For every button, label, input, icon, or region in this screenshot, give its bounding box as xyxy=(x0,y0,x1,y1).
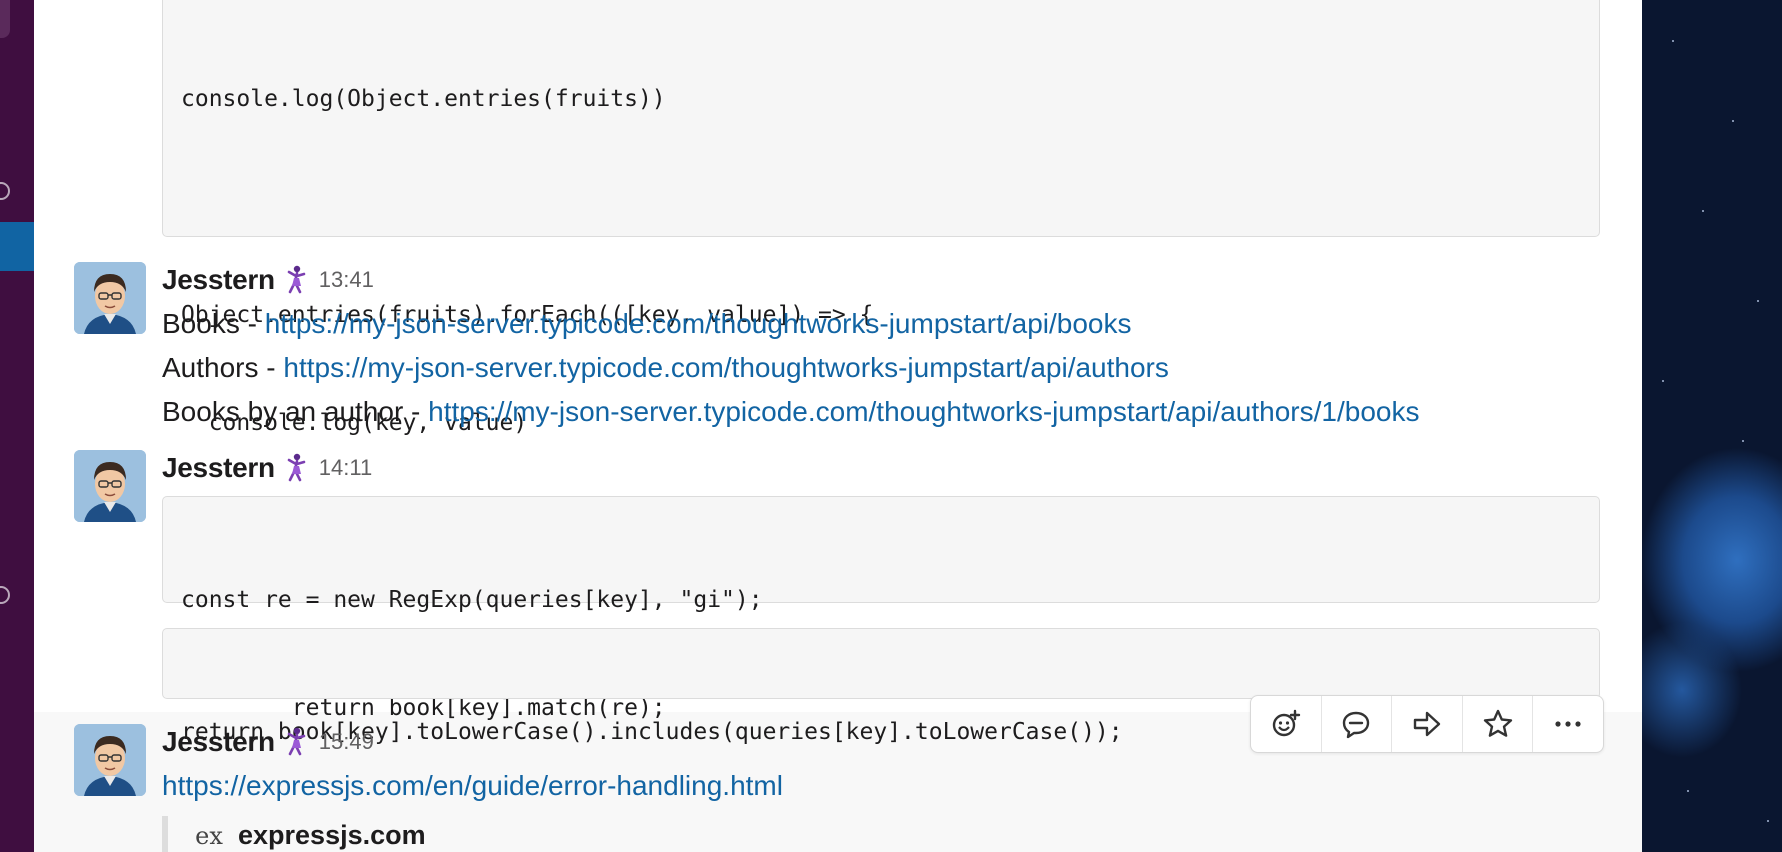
add-reaction-button[interactable] xyxy=(1251,696,1322,752)
message-header: Jesstern 13:41 xyxy=(162,262,374,298)
code-block: console.log(Object.entries(fruits)) Obje… xyxy=(162,0,1600,544)
sidebar-active-item[interactable] xyxy=(0,222,34,271)
desktop-background xyxy=(1642,0,1782,852)
code-block: return book[key].toLowerCase().includes(… xyxy=(162,628,1600,745)
avatar-image xyxy=(74,262,146,334)
reply-in-thread-icon xyxy=(1343,711,1370,739)
avatar[interactable] xyxy=(74,450,146,522)
link-prefix: Books by an author - xyxy=(162,396,429,427)
link-preview-site-name[interactable]: expressjs.com xyxy=(238,820,426,851)
site-favicon-icon: ex xyxy=(195,822,223,850)
author-name[interactable]: Jesstern xyxy=(162,452,275,484)
message-timestamp[interactable]: 14:11 xyxy=(319,455,372,481)
message-pane: console.log(Object.entries(fruits)) Obje… xyxy=(34,0,1642,852)
sidebar-top-tab[interactable] xyxy=(0,0,10,38)
code-line: console.log(Object.entries(fruits)) xyxy=(181,86,666,112)
share-message-icon xyxy=(1413,711,1441,737)
message-header: Jesstern 14:11 xyxy=(162,450,372,486)
more-actions-button[interactable] xyxy=(1533,696,1603,752)
link-prefix: Books - xyxy=(162,308,265,339)
author-name[interactable]: Jesstern xyxy=(162,264,275,296)
reply-in-thread-button[interactable] xyxy=(1322,696,1393,752)
message-actions-toolbar xyxy=(1250,695,1604,753)
dancer-emoji-icon[interactable] xyxy=(283,726,309,758)
message-text-line: Books by an author - https://my-json-ser… xyxy=(162,392,1419,432)
message-link[interactable]: https://my-json-server.typicode.com/thou… xyxy=(265,308,1132,339)
dancer-emoji-icon[interactable] xyxy=(283,452,309,484)
message-text-line: Authors - https://my-json-server.typicod… xyxy=(162,348,1169,388)
sidebar-status-ring[interactable] xyxy=(0,586,10,604)
dancer-emoji-icon[interactable] xyxy=(283,264,309,296)
avatar-image xyxy=(74,450,146,522)
share-message-button[interactable] xyxy=(1392,696,1463,752)
add-reaction-icon xyxy=(1272,709,1300,737)
message-link[interactable]: https://expressjs.com/en/guide/error-han… xyxy=(162,770,783,801)
message-link[interactable]: https://my-json-server.typicode.com/thou… xyxy=(283,352,1168,383)
avatar-image xyxy=(74,724,146,796)
code-line: const re = new RegExp(queries[key], "gi"… xyxy=(181,587,763,613)
message-timestamp[interactable]: 15:49 xyxy=(319,729,374,755)
author-name[interactable]: Jesstern xyxy=(162,726,275,758)
save-star-icon xyxy=(1483,709,1512,737)
workspace-sidebar xyxy=(0,0,34,852)
link-prefix: Authors - xyxy=(162,352,284,383)
message-link[interactable]: https://my-json-server.typicode.com/thou… xyxy=(428,396,1419,427)
avatar[interactable] xyxy=(74,724,146,796)
more-actions-icon xyxy=(1555,721,1581,727)
avatar[interactable] xyxy=(74,262,146,334)
save-message-button[interactable] xyxy=(1463,696,1534,752)
link-preview[interactable]: ex expressjs.com xyxy=(162,816,1094,852)
message-header: Jesstern 15:49 xyxy=(162,724,374,760)
code-block: const re = new RegExp(queries[key], "gi"… xyxy=(162,496,1600,721)
message-text-line: Books - https://my-json-server.typicode.… xyxy=(162,304,1132,344)
message-text-line: https://expressjs.com/en/guide/error-han… xyxy=(162,766,783,806)
sidebar-status-ring[interactable] xyxy=(0,182,10,200)
message-timestamp[interactable]: 13:41 xyxy=(319,267,374,293)
